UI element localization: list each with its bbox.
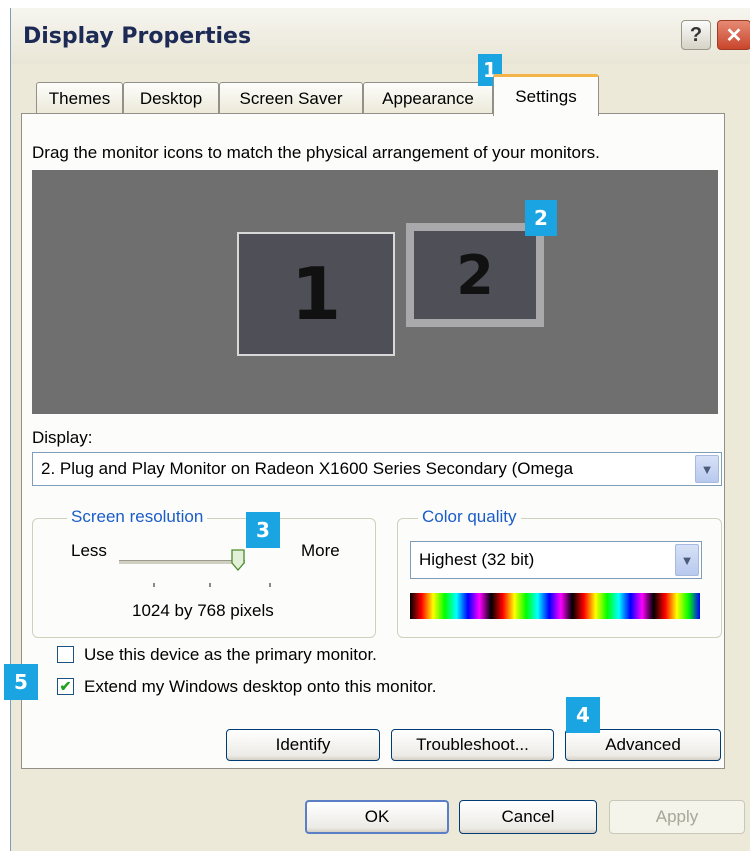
screen-resolution-group: Screen resolution Less More 1024 by 768 … (32, 507, 376, 638)
callout-5: 5 (4, 664, 38, 700)
display-label: Display: (32, 428, 93, 447)
slider-tick (153, 583, 155, 587)
callout-2: 2 (525, 200, 557, 236)
display-select[interactable]: 2. Plug and Play Monitor on Radeon X1600… (32, 452, 722, 486)
primary-monitor-label[interactable]: Use this device as the primary monitor. (84, 645, 377, 665)
slider-tick (209, 583, 211, 587)
callout-3: 3 (246, 512, 280, 548)
color-quality-select[interactable]: Highest (32 bit) ▼ (410, 541, 702, 579)
slider-tick (269, 583, 271, 587)
extend-desktop-checkbox[interactable]: ✔ (57, 678, 74, 695)
screen-resolution-legend: Screen resolution (67, 507, 208, 527)
monitor-1-icon[interactable]: 1 (237, 232, 395, 356)
tab-settings[interactable]: Settings (493, 74, 599, 116)
tab-desktop[interactable]: Desktop (123, 82, 219, 114)
troubleshoot-button[interactable]: Troubleshoot... (391, 729, 554, 761)
arrangement-instruction: Drag the monitor icons to match the phys… (32, 143, 600, 162)
advanced-button[interactable]: Advanced (565, 729, 721, 761)
color-quality-value: Highest (32 bit) (419, 550, 535, 569)
resolution-slider-thumb[interactable] (231, 549, 245, 571)
window-title: Display Properties (23, 24, 252, 49)
help-button[interactable]: ? (681, 20, 711, 50)
slider-more-label: More (301, 541, 340, 560)
monitor-2-icon[interactable]: 2 (406, 223, 544, 327)
monitor-arrangement-area[interactable]: 1 2 (32, 170, 718, 414)
monitor-2-number: 2 (456, 243, 494, 307)
chevron-down-icon[interactable]: ▼ (675, 544, 699, 576)
display-select-value: 2. Plug and Play Monitor on Radeon X1600… (41, 459, 574, 478)
extend-desktop-label[interactable]: Extend my Windows desktop onto this moni… (84, 677, 436, 697)
color-spectrum-bar (410, 593, 700, 619)
color-quality-legend: Color quality (418, 507, 521, 527)
tab-appearance[interactable]: Appearance (363, 82, 493, 114)
identify-button[interactable]: Identify (226, 729, 380, 761)
cancel-button[interactable]: Cancel (459, 800, 597, 834)
tab-themes[interactable]: Themes (36, 82, 123, 114)
primary-monitor-checkbox[interactable] (57, 646, 74, 663)
monitor-1-number: 1 (290, 252, 342, 336)
resolution-slider-track[interactable] (119, 560, 245, 564)
color-quality-group: Color quality Highest (32 bit) ▼ (397, 507, 722, 638)
apply-button: Apply (609, 800, 745, 834)
callout-4: 4 (566, 697, 600, 733)
slider-less-label: Less (71, 541, 107, 560)
tab-screen-saver[interactable]: Screen Saver (219, 82, 363, 114)
checkmark-icon: ✔ (59, 678, 72, 694)
close-button[interactable]: ✕ (717, 20, 750, 50)
ok-button[interactable]: OK (305, 800, 449, 834)
chevron-down-icon[interactable]: ▼ (695, 455, 719, 483)
title-bar[interactable]: Display Properties ? ✕ (11, 8, 750, 64)
resolution-value: 1024 by 768 pixels (132, 601, 274, 620)
